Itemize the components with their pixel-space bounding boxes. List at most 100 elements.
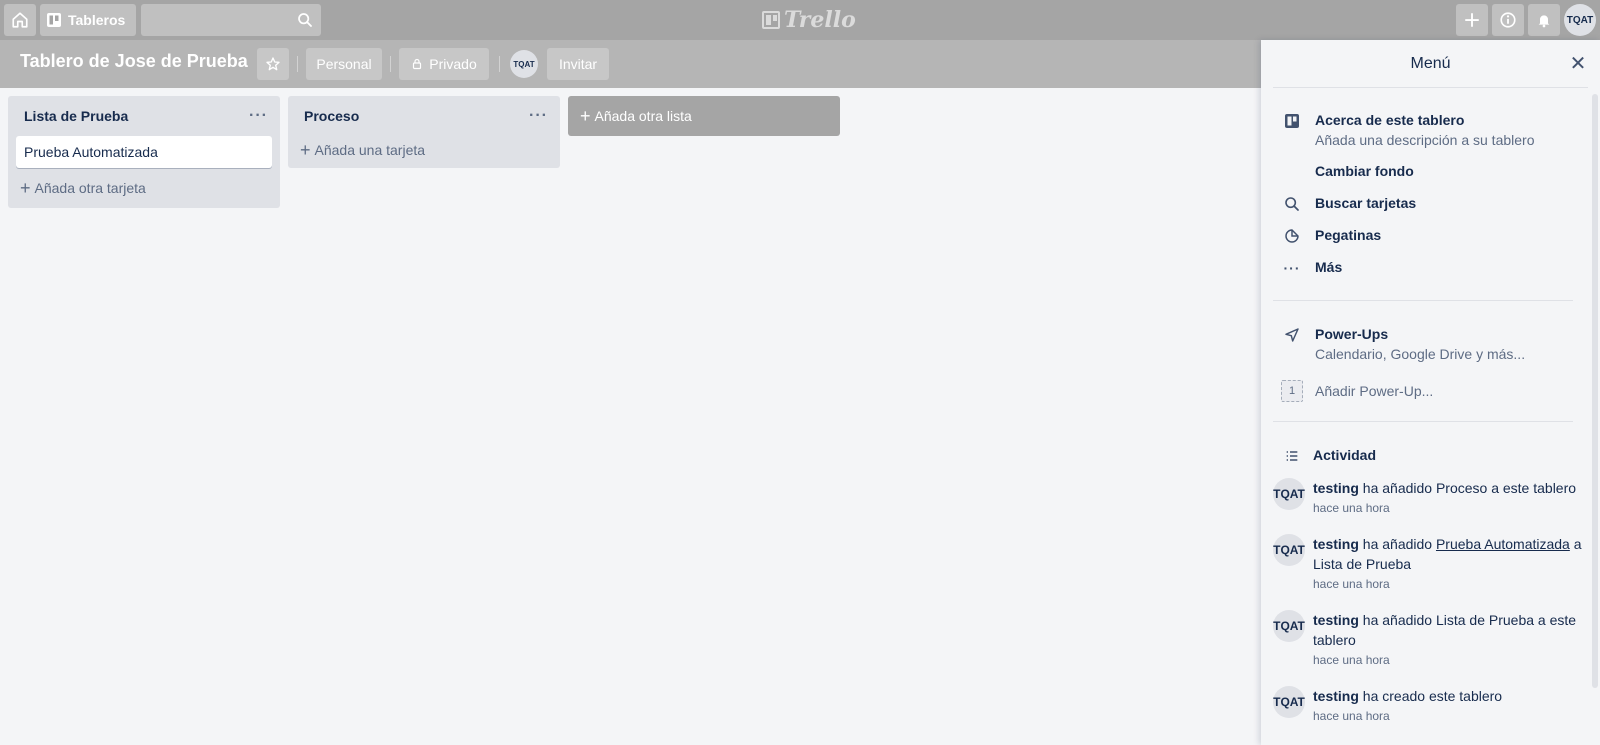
team-label: Personal	[316, 56, 372, 72]
stickers-item[interactable]: Pegatinas	[1273, 225, 1573, 249]
team-button[interactable]: Personal	[306, 48, 382, 80]
search-icon	[298, 13, 312, 27]
menu-divider	[1273, 300, 1573, 301]
boards-icon	[47, 13, 61, 27]
add-card-label: Añada otra tarjeta	[34, 180, 146, 196]
trello-logo[interactable]: Trello	[762, 7, 856, 33]
activity-user[interactable]: testing	[1313, 688, 1359, 704]
trello-logo-icon	[762, 11, 780, 29]
list-title[interactable]: Proceso	[304, 108, 359, 124]
activity-time[interactable]: hace una hora	[1313, 706, 1583, 726]
plus-icon: +	[580, 105, 591, 126]
rocket-icon	[1283, 326, 1301, 344]
boards-label: Tableros	[68, 12, 126, 28]
card[interactable]: Prueba Automatizada	[16, 136, 272, 168]
activity-time[interactable]: hace una hora	[1313, 650, 1583, 670]
plus-icon: +	[20, 177, 31, 198]
powerup-count-badge: 1	[1281, 380, 1303, 402]
activity-title: Actividad	[1313, 447, 1377, 463]
menu-scrollbar[interactable]	[1592, 94, 1598, 688]
member-avatar[interactable]: TQAT	[510, 50, 538, 78]
add-card-label: Añada una tarjeta	[314, 142, 426, 158]
activity-user[interactable]: testing	[1313, 536, 1359, 552]
activity-time[interactable]: hace una hora	[1313, 574, 1583, 594]
activity-item: TQAT testing ha creado este tablero hace…	[1273, 686, 1583, 730]
powerups-subtitle: Calendario, Google Drive y más...	[1315, 346, 1526, 362]
add-list-button[interactable]: + Añada otra lista	[568, 96, 840, 136]
user-avatar[interactable]: TQAT	[1564, 4, 1596, 36]
header-divider	[297, 56, 298, 72]
header-divider	[499, 56, 500, 72]
info-button[interactable]	[1492, 4, 1524, 36]
stickers-label: Pegatinas	[1315, 227, 1382, 243]
add-card-button[interactable]: + Añada una tarjeta	[288, 132, 560, 168]
bell-icon	[1538, 15, 1550, 28]
powerups-item[interactable]: Power-Ups Calendario, Google Drive y más…	[1273, 324, 1573, 364]
about-board-subtitle: Añada una descripción a su tablero	[1315, 132, 1535, 148]
plus-icon	[1465, 13, 1479, 27]
add-powerup-item[interactable]: 1 Añadir Power-Up...	[1273, 380, 1573, 404]
activity-time[interactable]: hace una hora	[1313, 498, 1583, 518]
change-background-label: Cambiar fondo	[1315, 163, 1414, 179]
star-icon	[266, 57, 280, 71]
list-menu-icon[interactable]: ···	[249, 107, 268, 125]
add-list-label: Añada otra lista	[594, 108, 692, 124]
create-button[interactable]	[1456, 4, 1488, 36]
list-header[interactable]: Proceso ···	[288, 96, 560, 136]
activity-avatar[interactable]: TQAT	[1273, 686, 1305, 718]
activity-card-link[interactable]: Prueba Automatizada	[1436, 536, 1570, 552]
visibility-label: Privado	[429, 56, 477, 72]
menu-header: Menú ✕	[1273, 40, 1588, 88]
home-icon	[12, 12, 28, 28]
activity-user[interactable]: testing	[1313, 480, 1359, 496]
activity-text: ha añadido Proceso a este tablero	[1358, 480, 1577, 496]
notifications-button[interactable]	[1528, 4, 1560, 36]
search-icon	[1283, 195, 1301, 213]
add-powerup-label: Añadir Power-Up...	[1315, 383, 1434, 399]
list-proceso: Proceso ··· + Añada una tarjeta	[288, 96, 560, 168]
list-menu-icon[interactable]: ···	[529, 107, 548, 125]
board-menu: Menú ✕ Acerca de este tablero Añada una …	[1261, 40, 1600, 745]
activity-text: ha añadido	[1358, 536, 1436, 552]
activity-avatar[interactable]: TQAT	[1273, 534, 1305, 566]
home-button[interactable]	[4, 4, 36, 36]
plus-icon: +	[300, 139, 311, 160]
sticker-icon	[1283, 227, 1301, 245]
activity-item: TQAT testing ha añadido Proceso a este t…	[1273, 478, 1583, 522]
about-board-title: Acerca de este tablero	[1315, 112, 1465, 128]
header-divider	[390, 56, 391, 72]
more-icon: ···	[1283, 260, 1301, 276]
menu-title: Menú	[1410, 54, 1451, 72]
powerups-title: Power-Ups	[1315, 326, 1389, 342]
add-card-button[interactable]: + Añada otra tarjeta	[8, 168, 280, 208]
activity-item: TQAT testing ha añadido Prueba Automatiz…	[1273, 534, 1583, 598]
activity-item: TQAT testing ha añadido Lista de Prueba …	[1273, 610, 1583, 674]
search-cards-label: Buscar tarjetas	[1315, 195, 1417, 211]
boards-button[interactable]: Tableros	[40, 4, 136, 36]
logo-text: Trello	[784, 7, 856, 33]
visibility-button[interactable]: Privado	[399, 48, 489, 80]
list-header[interactable]: Lista de Prueba ···	[8, 96, 280, 136]
top-navigation: Tableros Trello TQAT	[0, 0, 1600, 40]
card-title: Prueba Automatizada	[24, 144, 158, 160]
search-input[interactable]	[141, 4, 321, 36]
star-button[interactable]	[257, 48, 289, 80]
activity-list-icon	[1283, 447, 1301, 465]
menu-divider	[1273, 421, 1573, 422]
activity-avatar[interactable]: TQAT	[1273, 610, 1305, 642]
activity-avatar[interactable]: TQAT	[1273, 478, 1305, 510]
info-icon	[1500, 12, 1516, 28]
board-title[interactable]: Tablero de Jose de Prueba	[20, 51, 248, 72]
search-cards-item[interactable]: Buscar tarjetas	[1273, 193, 1573, 217]
list-lista-de-prueba: Lista de Prueba ··· Prueba Automatizada …	[8, 96, 280, 208]
invite-label: Invitar	[558, 56, 598, 72]
about-board-item[interactable]: Acerca de este tablero Añada una descrip…	[1273, 110, 1573, 150]
close-icon[interactable]: ✕	[1568, 54, 1588, 74]
board-icon	[1283, 112, 1301, 130]
change-background-item[interactable]: Cambiar fondo	[1273, 161, 1573, 185]
lock-icon	[413, 58, 422, 70]
activity-user[interactable]: testing	[1313, 612, 1359, 628]
more-item[interactable]: ··· Más	[1273, 257, 1573, 281]
list-title[interactable]: Lista de Prueba	[24, 108, 128, 124]
invite-button[interactable]: Invitar	[547, 48, 609, 80]
